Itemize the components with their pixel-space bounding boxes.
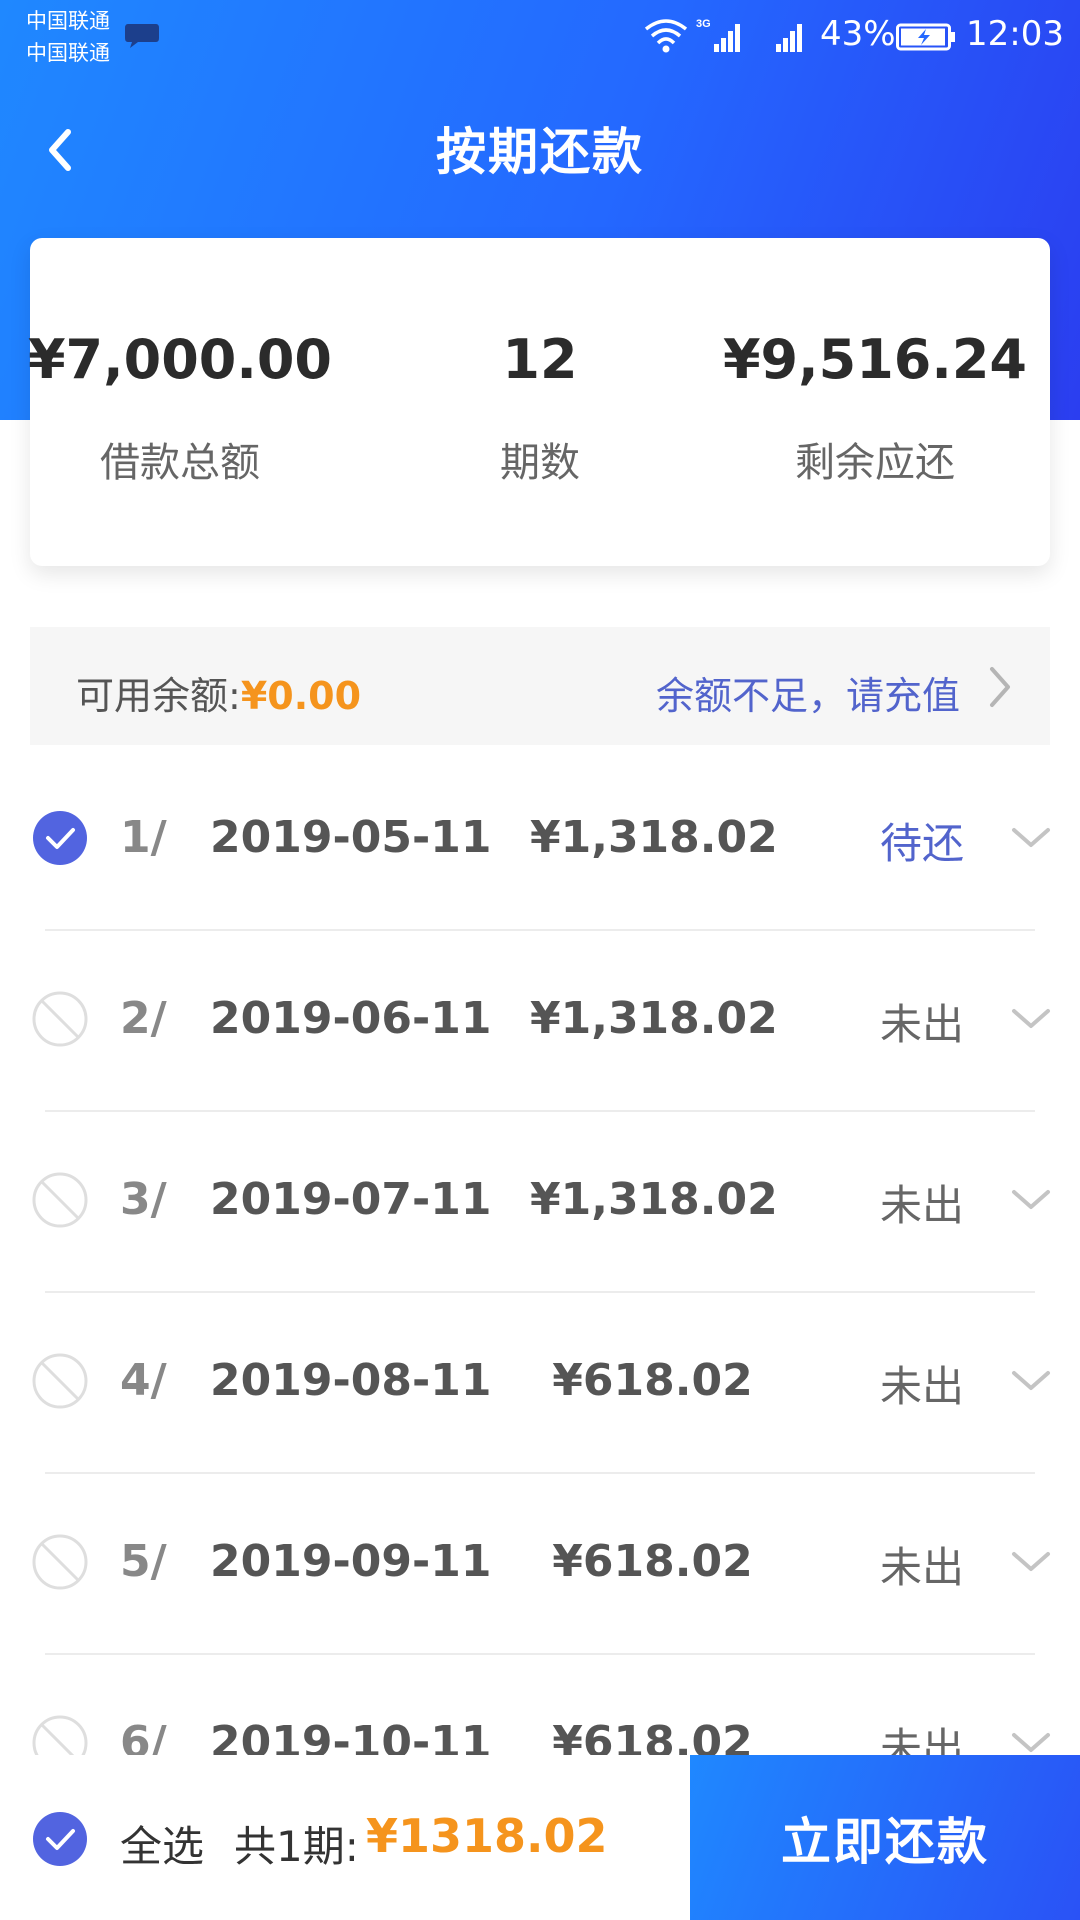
installment-status: 待还	[880, 819, 965, 868]
battery-icon	[896, 23, 955, 51]
balance-label-text: 可用余额:	[76, 674, 241, 718]
periods-label: 期数	[500, 440, 580, 486]
balance-label: 可用余额:¥0.00	[76, 665, 361, 720]
due-date: 2019-10-11	[210, 1717, 492, 1755]
installment-row[interactable]: 4/ 2019-08-11 ¥618.02 未出	[0, 1293, 1080, 1474]
installment-amount: ¥618.02	[552, 1717, 753, 1755]
installment-status: 未出	[880, 1000, 965, 1049]
message-icon	[125, 24, 159, 48]
disabled-circle-icon	[32, 1353, 88, 1409]
due-date: 2019-09-11	[210, 1536, 492, 1587]
chevron-down-icon[interactable]	[1010, 1365, 1052, 1395]
chevron-down-icon[interactable]	[1010, 822, 1052, 852]
summary-card: ¥7,000.00 借款总额 12 期数 ¥9,516.24 剩余应还	[28, 238, 1050, 566]
due-date: 2019-07-11	[210, 1174, 492, 1225]
carrier-label-1: 中国联通	[26, 9, 110, 33]
disabled-circle-icon	[32, 991, 88, 1047]
installment-amount: ¥618.02	[552, 1536, 753, 1587]
installment-amount: ¥618.02	[552, 1355, 753, 1406]
total-amount: ¥1318.02	[366, 1809, 608, 1863]
installment-status: 未出	[880, 1543, 965, 1592]
installment-row[interactable]: 6/ 2019-10-11 ¥618.02 未出	[0, 1655, 1080, 1755]
due-date: 2019-06-11	[210, 993, 492, 1044]
period-count: 共1期:	[234, 1822, 359, 1871]
chevron-down-icon[interactable]	[1010, 1546, 1052, 1576]
wifi-icon	[644, 19, 688, 53]
installment-row[interactable]: 2/ 2019-06-11 ¥1,318.02 未出	[0, 931, 1080, 1112]
signal-icon-2: 3G	[776, 24, 802, 52]
periods-value: 12	[502, 328, 578, 391]
chevron-down-icon[interactable]	[1010, 1184, 1052, 1214]
chevron-right-icon[interactable]	[986, 663, 1014, 711]
repay-now-button[interactable]: 立即还款	[690, 1755, 1080, 1920]
installment-list: 1/ 2019-05-11 ¥1,318.02 待还 2/ 2019-06-11…	[0, 750, 1080, 1755]
installment-amount: ¥1,318.02	[530, 993, 778, 1044]
balance-value: ¥0.00	[240, 674, 362, 718]
installment-row[interactable]: 1/ 2019-05-11 ¥1,318.02 待还	[0, 750, 1080, 931]
disabled-circle-icon	[32, 1534, 88, 1590]
remaining-label: 剩余应还	[795, 440, 955, 486]
recharge-link[interactable]: 余额不足，请充值	[656, 665, 960, 720]
installment-row[interactable]: 3/ 2019-07-11 ¥1,318.02 未出	[0, 1112, 1080, 1293]
check-circle-icon[interactable]	[32, 810, 88, 866]
clock: 12:03	[966, 14, 1064, 54]
select-all-label[interactable]: 全选	[120, 1813, 204, 1874]
period-number: 6/	[120, 1717, 167, 1755]
page-title: 按期还款	[436, 123, 644, 181]
installment-status: 未出	[880, 1181, 965, 1230]
loan-total-label: 借款总额	[100, 440, 260, 486]
footer-bar: 全选 共1期: ¥1318.02 立即还款	[0, 1755, 1080, 1920]
carrier-label-2: 中国联通	[26, 41, 110, 65]
period-number: 4/	[120, 1355, 167, 1406]
balance-bar: 可用余额:¥0.00 余额不足，请充值	[30, 627, 1050, 745]
disabled-circle-icon	[32, 1172, 88, 1228]
network-type-1: 3G	[696, 18, 711, 30]
chevron-down-icon[interactable]	[1010, 1003, 1052, 1033]
installment-amount: ¥1,318.02	[530, 1174, 778, 1225]
period-number: 3/	[120, 1174, 167, 1225]
due-date: 2019-05-11	[210, 812, 492, 863]
signal-icon-1: 3G	[696, 18, 740, 52]
chevron-down-icon[interactable]	[1010, 1727, 1052, 1755]
installment-amount: ¥1,318.02	[530, 812, 778, 863]
installment-status: 未出	[880, 1362, 965, 1411]
period-number: 1/	[120, 812, 167, 863]
period-number: 2/	[120, 993, 167, 1044]
loan-total-value: ¥7,000.00	[27, 328, 333, 391]
period-number: 5/	[120, 1536, 167, 1587]
battery-percentage: 43%	[820, 14, 896, 54]
installment-status: 未出	[880, 1724, 965, 1755]
installment-row[interactable]: 5/ 2019-09-11 ¥618.02 未出	[0, 1474, 1080, 1655]
due-date: 2019-08-11	[210, 1355, 492, 1406]
remaining-value: ¥9,516.24	[722, 328, 1028, 391]
status-bar: 中国联通 中国联通 3G 3G 43% 12:03	[0, 0, 1080, 75]
check-circle-icon[interactable]	[32, 1811, 88, 1867]
disabled-circle-icon	[32, 1715, 88, 1755]
